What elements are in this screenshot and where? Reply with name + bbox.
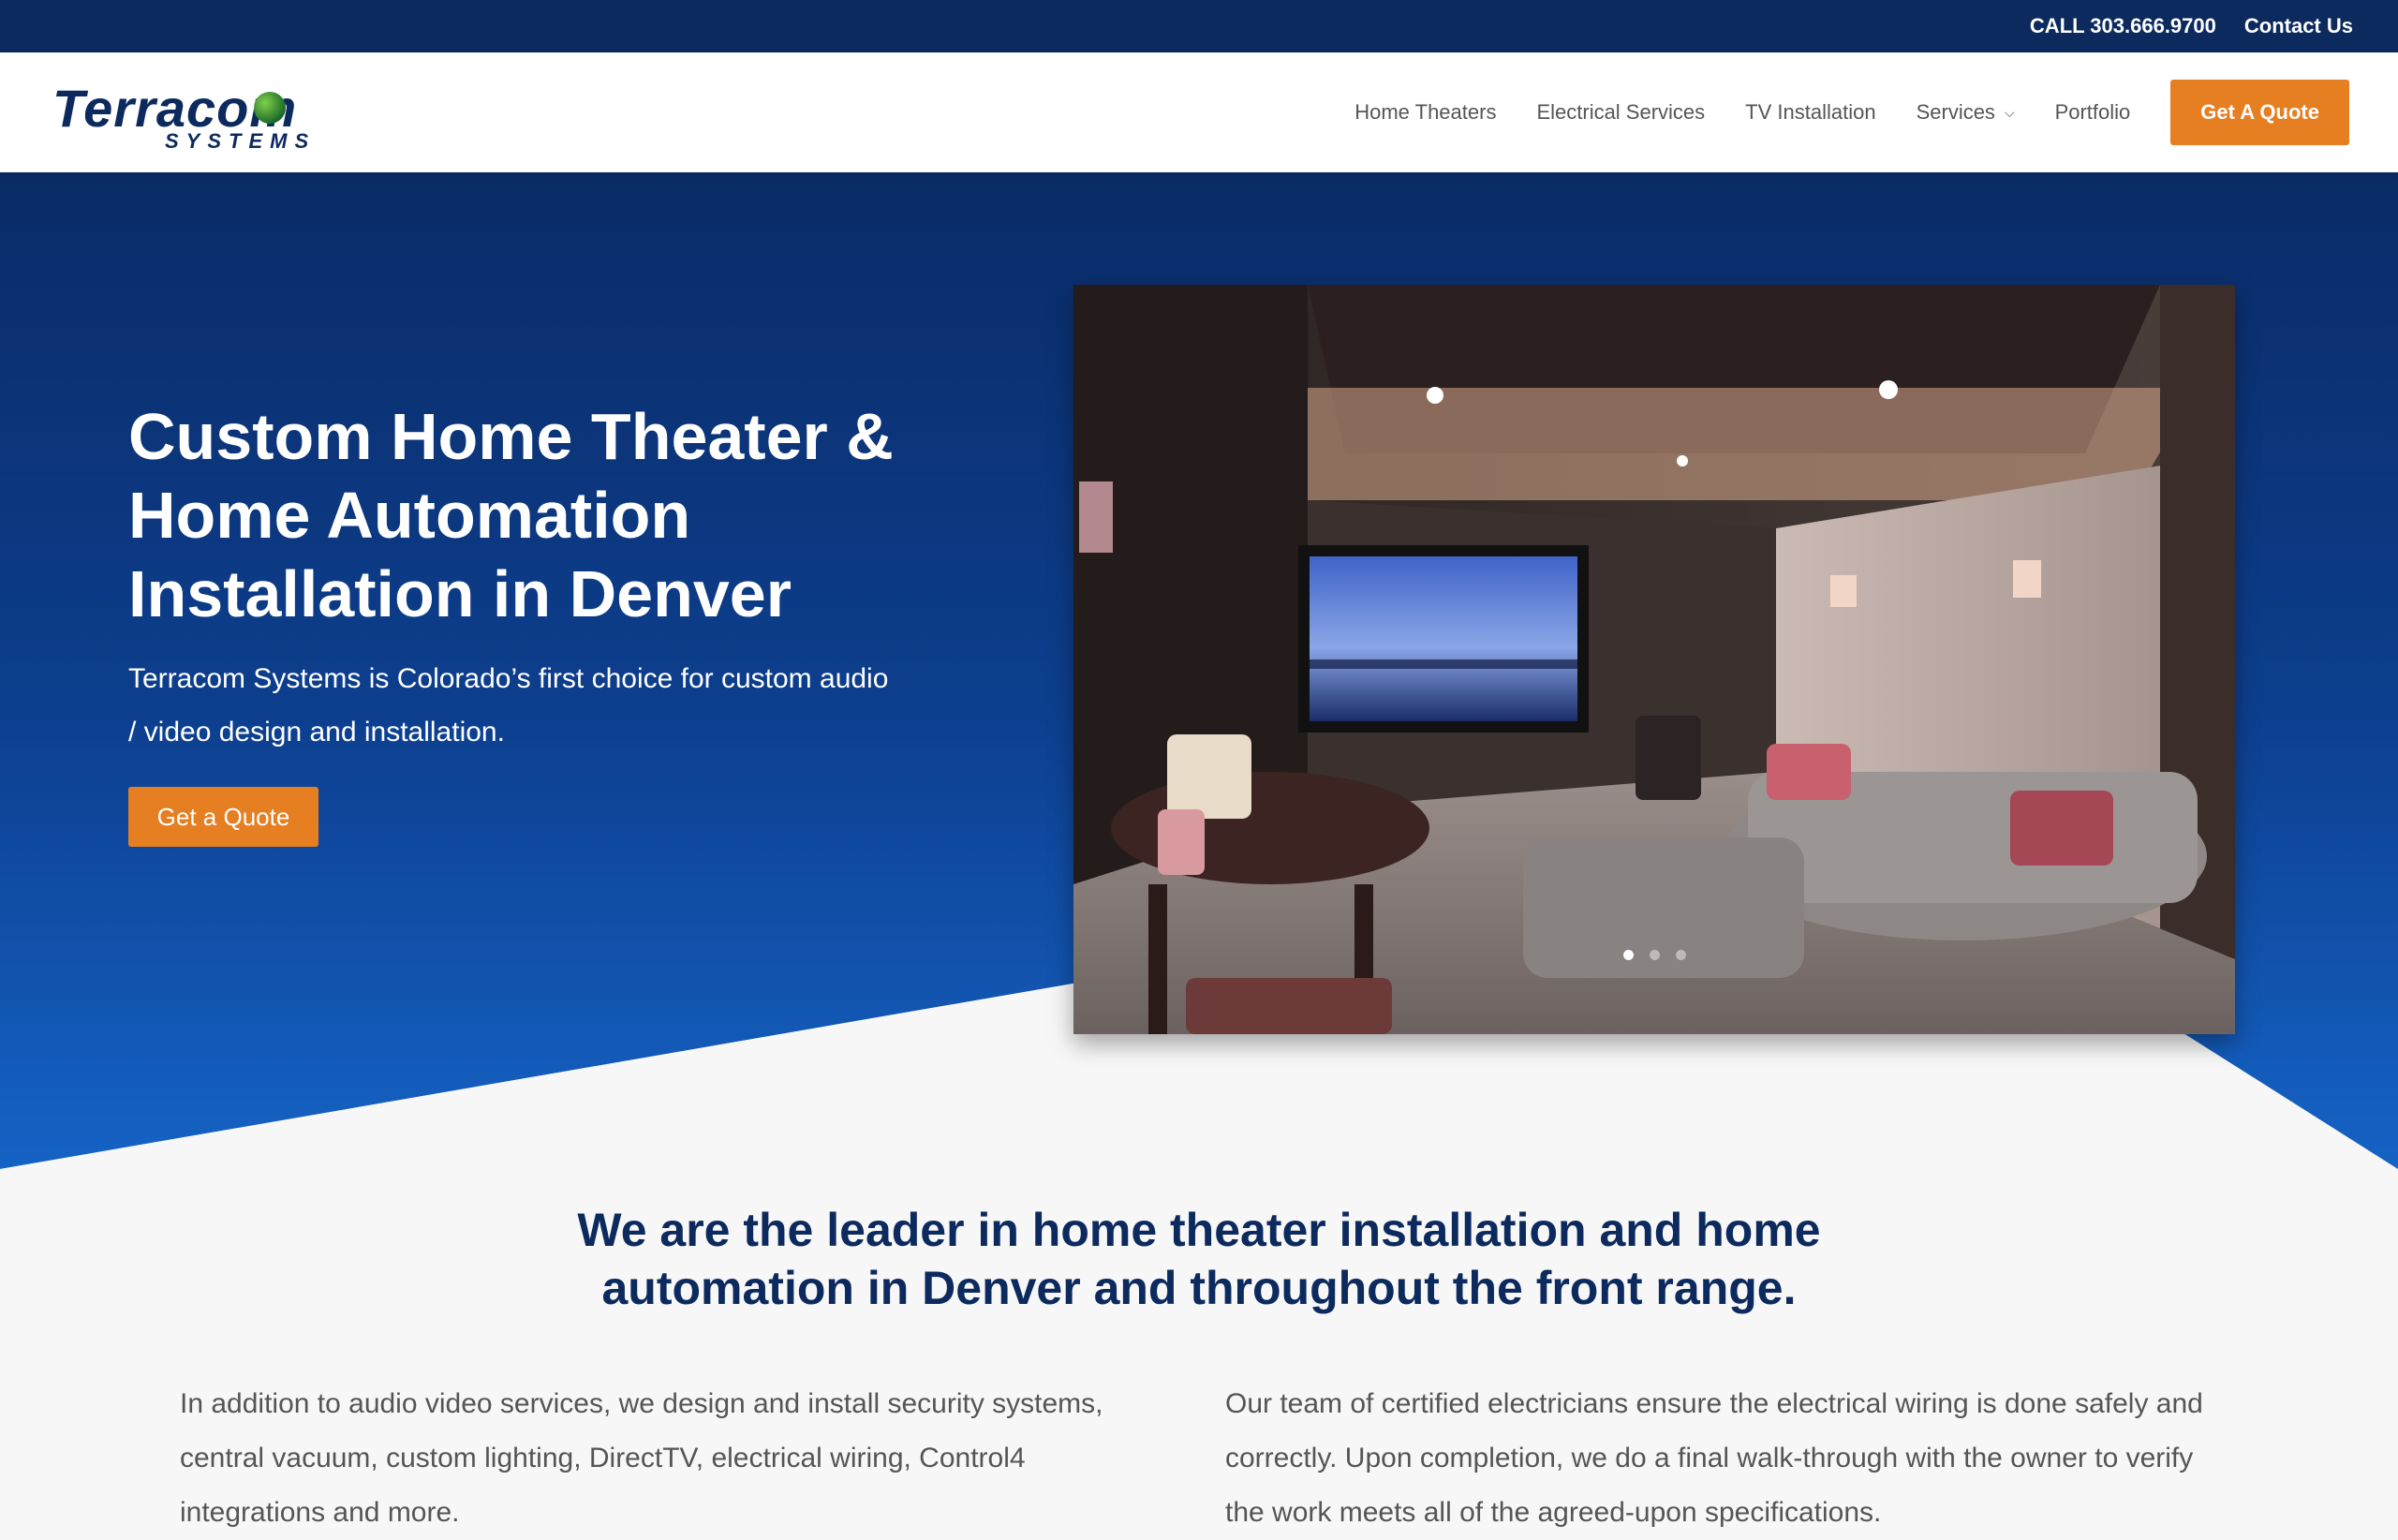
hero-title: Custom Home Theater & Home Automation In… bbox=[128, 400, 894, 630]
main-header: Terracom SYSTEMS Home Theaters Electrica… bbox=[0, 52, 2398, 172]
intro-heading: We are the leader in home theater instal… bbox=[0, 1201, 2398, 1317]
chevron-down-icon: ⌵ bbox=[2004, 104, 2015, 120]
intro-line: automation in Denver and throughout the … bbox=[601, 1262, 1797, 1314]
nav-label: Services bbox=[1916, 100, 1995, 124]
nav-label: Portfolio bbox=[2054, 100, 2131, 124]
logo-subtitle: SYSTEMS bbox=[165, 129, 317, 153]
intro-line: We are the leader in home theater instal… bbox=[577, 1204, 1821, 1256]
contact-link[interactable]: Contact Us bbox=[2244, 14, 2353, 38]
slider-dot[interactable] bbox=[1623, 950, 1634, 960]
slider-dots bbox=[1623, 950, 1686, 960]
slider-dot[interactable] bbox=[1676, 950, 1686, 960]
home-theater-photo bbox=[1073, 285, 2235, 1034]
slider-dot[interactable] bbox=[1650, 950, 1660, 960]
nav-item-portfolio[interactable]: Portfolio bbox=[2055, 100, 2131, 125]
nav-item-tv-installation[interactable]: TV Installation bbox=[1745, 100, 1875, 125]
hero-get-a-quote-button[interactable]: Get a Quote bbox=[128, 787, 318, 847]
nav-item-electrical-services[interactable]: Electrical Services bbox=[1536, 100, 1705, 125]
nav-label: Home Theaters bbox=[1354, 100, 1497, 124]
top-bar: CALL 303.666.9700 Contact Us bbox=[0, 0, 2398, 52]
nav-item-services[interactable]: Services ⌵ bbox=[1917, 100, 2015, 125]
hero-lead: Terracom Systems is Colorado’s first cho… bbox=[128, 663, 889, 748]
phone-link[interactable]: CALL 303.666.9700 bbox=[2030, 14, 2216, 38]
nav-label: TV Installation bbox=[1745, 100, 1876, 124]
main-nav: Home Theaters Electrical Services TV Ins… bbox=[1354, 52, 2349, 172]
globe-icon bbox=[254, 92, 286, 124]
top-links: CALL 303.666.9700 Contact Us bbox=[2030, 0, 2353, 52]
hero-image-slider[interactable] bbox=[1073, 285, 2235, 1034]
nav-item-home-theaters[interactable]: Home Theaters bbox=[1354, 100, 1496, 125]
get-a-quote-button[interactable]: Get A Quote bbox=[2170, 80, 2349, 145]
nav-label: Electrical Services bbox=[1536, 100, 1706, 124]
terracom-logo[interactable]: Terracom SYSTEMS bbox=[52, 81, 362, 153]
